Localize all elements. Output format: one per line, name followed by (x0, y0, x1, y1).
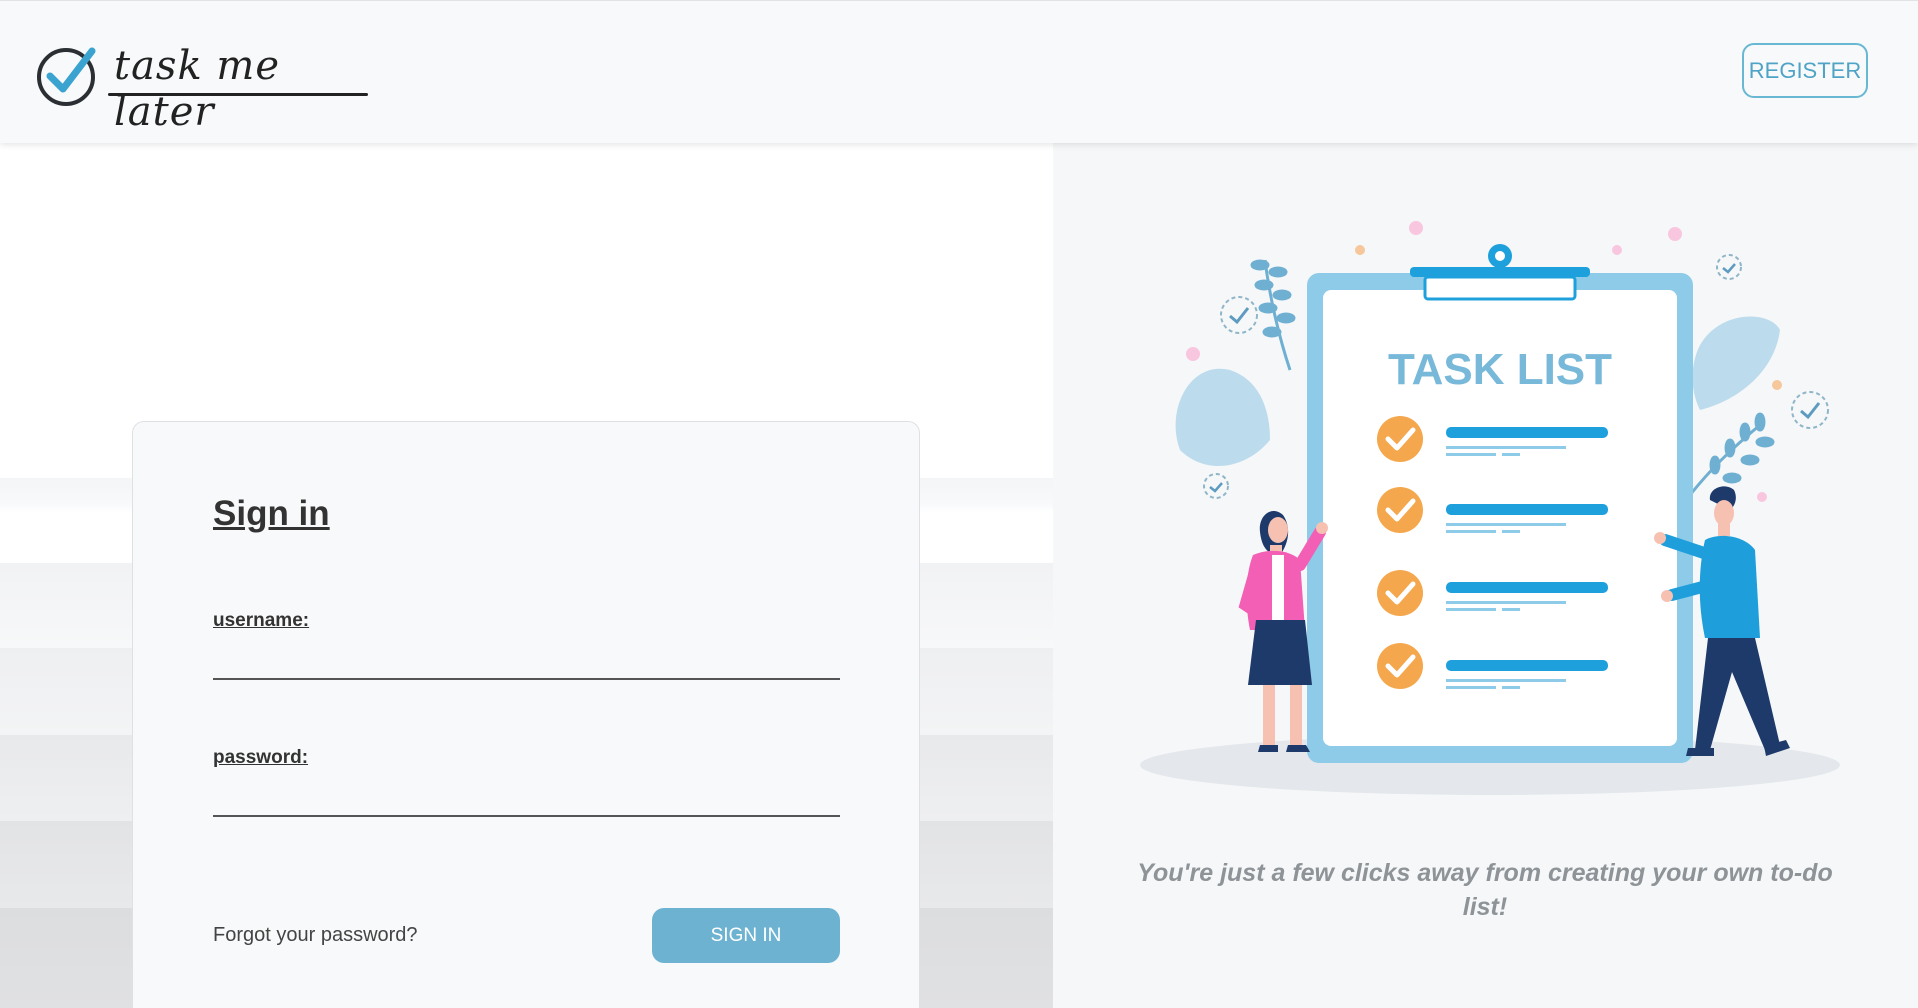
logo-underline (108, 93, 368, 96)
username-label: username: (213, 610, 310, 631)
checkmark-circle-icon (37, 47, 96, 106)
decor-dot (1355, 245, 1365, 255)
decor-dot (1757, 492, 1767, 502)
signin-title: Sign in (213, 494, 330, 533)
illustration-heading: TASK LIST (1388, 345, 1612, 394)
decor-dot (1772, 380, 1782, 390)
decor-dot (1186, 347, 1200, 361)
app-logo[interactable]: task me later (36, 41, 376, 135)
decor-dot (1612, 245, 1622, 255)
decor-dot (1668, 227, 1682, 241)
leaf-right (1692, 316, 1780, 410)
branch-right (1688, 412, 1775, 496)
logo-text: task me later (114, 43, 281, 135)
clipboard-clip-base (1423, 275, 1577, 301)
password-label: password: (213, 747, 309, 768)
tagline-text: You're just a few clicks away from creat… (1137, 859, 1833, 921)
signin-button[interactable]: SIGN IN (652, 908, 840, 963)
register-button[interactable]: REGISTER (1742, 43, 1868, 98)
forgot-password-link[interactable]: Forgot your password? (213, 924, 418, 947)
signin-card: Sign in username: password: Forgot your … (132, 421, 920, 1008)
clipboard-task-list-illustration: TASK LIST (1140, 221, 1840, 795)
leaf-left (1175, 368, 1270, 467)
left-panel: Sign in username: password: Forgot your … (0, 143, 1053, 1008)
password-input[interactable] (213, 785, 840, 817)
top-navbar: task me later REGISTER (0, 0, 1918, 143)
branch-left (1250, 259, 1296, 371)
decor-dot (1409, 221, 1423, 235)
username-input[interactable] (213, 648, 840, 680)
